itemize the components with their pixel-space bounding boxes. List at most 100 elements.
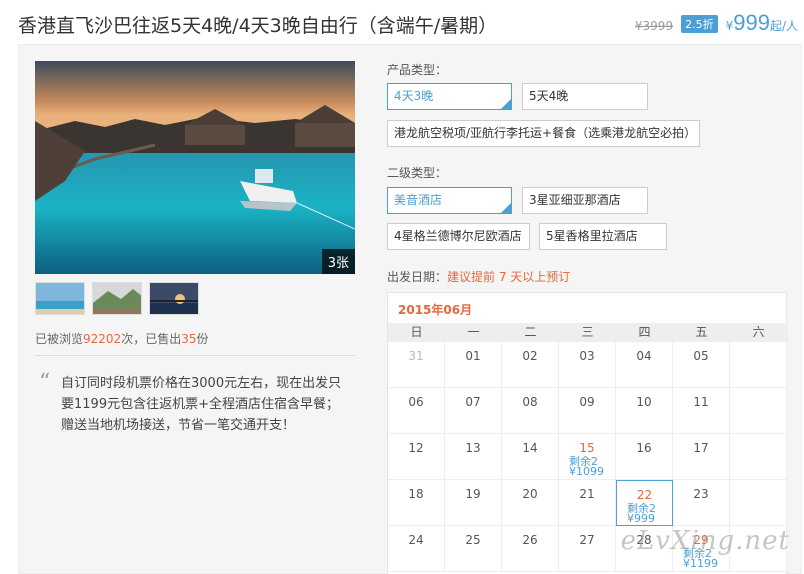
calendar-week: 31 01 02 03 04 05	[388, 342, 788, 388]
calendar-day-cell: 23	[673, 480, 730, 526]
photo-count-badge: 3张	[321, 249, 355, 274]
day-number: 07	[465, 395, 481, 409]
day-number: 18	[408, 487, 424, 501]
divider	[35, 355, 355, 356]
day-number: 26	[522, 533, 538, 547]
product-description: 自订同时段机票价格在3000元左右，现在出发只要1199元包含往返机票+全程酒店…	[61, 376, 342, 433]
option-label: 港龙航空税项/亚航行李托运+餐食（选乘港龙航空必拍）	[394, 126, 697, 140]
view-sales-stats: 已被浏览92202次，已售出35份	[35, 330, 209, 347]
calendar-day-cell: 03	[559, 342, 616, 388]
calendar-day-cell: 04	[616, 342, 673, 388]
calendar-week: 18 19 20 21 22 剩余2 ¥999 23	[388, 480, 788, 526]
day-number: 02	[522, 349, 538, 363]
day-number: 19	[465, 487, 481, 501]
calendar-day-cell: 25	[445, 526, 502, 572]
departure-label-text: 出发日期：	[387, 270, 448, 284]
calendar-day-cell: 16	[616, 434, 673, 480]
day-number: 27	[579, 533, 595, 547]
day-number: 24	[408, 533, 424, 547]
product-type-option-dragonair[interactable]: 港龙航空税项/亚航行李托运+餐食（选乘港龙航空必拍）	[387, 120, 700, 147]
calendar-weekday-header: 日 一 二 三 四 五 六	[388, 323, 788, 342]
hotel-option-5star[interactable]: 5星香格里拉酒店	[539, 223, 667, 250]
calendar-day-cell: 07	[445, 388, 502, 434]
calendar-day-cell: 17	[673, 434, 730, 480]
day-number: 06	[408, 395, 424, 409]
thumbnail-3[interactable]	[149, 282, 199, 315]
departure-note: 建议提前 7 天以上预订	[447, 270, 571, 284]
calendar-week: 06 07 08 09 10 11	[388, 388, 788, 434]
view-count: 92202	[83, 332, 122, 346]
hotel-option-meiyin[interactable]: 美音酒店 ✓	[387, 187, 512, 214]
sunset-thumbnail-image	[150, 283, 198, 314]
calendar-day-selected-22[interactable]: 22 剩余2 ¥999	[616, 480, 673, 526]
option-label: 4天3晚	[394, 89, 434, 103]
hotel-option-3star[interactable]: 3星亚细亚那酒店	[522, 187, 648, 214]
calendar-day-cell: 10	[616, 388, 673, 434]
calendar-day-cell: 11	[673, 388, 730, 434]
price-value: 999	[733, 10, 770, 35]
option-label: 美音酒店	[394, 193, 443, 207]
price-area: ¥3999 2.5折 ¥999起/人	[635, 10, 798, 36]
hotel-option-4star[interactable]: 4星格兰德博尔尼欧酒店	[387, 223, 530, 250]
day-number: 12	[408, 441, 424, 455]
check-icon: ✓	[504, 94, 510, 102]
product-type-option-4d3n[interactable]: 4天3晚 ✓	[387, 83, 512, 110]
departure-date-label: 出发日期：建议提前 7 天以上预订	[387, 268, 570, 285]
page-title: 香港直飞沙巴往返5天4晚/4天3晚自由行（含端午/暑期）	[18, 15, 498, 37]
thumbnail-2[interactable]	[92, 282, 142, 315]
weekday-fri: 五	[695, 325, 708, 339]
sold-count: 35	[181, 332, 197, 346]
main-photo[interactable]: 3张	[35, 61, 355, 274]
weekday-sun: 日	[410, 325, 423, 339]
discount-badge: 2.5折	[681, 15, 718, 33]
option-label: 3星亚细亚那酒店	[529, 193, 621, 207]
calendar-day-cell: 18	[388, 480, 445, 526]
day-number: 05	[693, 349, 709, 363]
day-number: 23	[693, 487, 709, 501]
day-price: ¥1199	[683, 557, 718, 570]
thumbnail-1[interactable]	[35, 282, 85, 315]
day-number: 11	[693, 395, 709, 409]
weekday-sat: 六	[752, 325, 765, 339]
calendar-day-cell: 24	[388, 526, 445, 572]
option-label: 5星香格里拉酒店	[546, 229, 638, 243]
day-number: 21	[579, 487, 595, 501]
product-type-option-5d4n[interactable]: 5天4晚	[522, 83, 648, 110]
stats-prefix: 已被浏览	[35, 332, 84, 346]
calendar-day-cell: 09	[559, 388, 616, 434]
calendar-day-cell: 19	[445, 480, 502, 526]
site-watermark: eLvXing.net	[620, 526, 790, 556]
calendar-day-cell: 31	[388, 342, 445, 388]
calendar-day-cell	[730, 342, 787, 388]
day-number: 17	[693, 441, 709, 455]
calendar-day-cell: 20	[502, 480, 559, 526]
calendar-day-cell: 08	[502, 388, 559, 434]
check-icon: ✓	[504, 198, 510, 206]
day-number: 04	[636, 349, 652, 363]
quote-icon: “	[39, 370, 51, 395]
stats-mid: 次，已售出	[121, 332, 182, 346]
beach-thumbnail-image	[36, 283, 84, 314]
calendar-day-cell: 01	[445, 342, 502, 388]
option-label: 5天4晚	[529, 89, 569, 103]
day-price: ¥1099	[569, 465, 604, 478]
original-price: ¥3999	[634, 19, 674, 33]
calendar-day-cell: 13	[445, 434, 502, 480]
resort-photo-image	[35, 61, 355, 274]
secondary-type-label: 二级类型：	[387, 166, 448, 180]
day-number: 08	[522, 395, 538, 409]
calendar-day-cell: 02	[502, 342, 559, 388]
calendar-day-cell: 12	[388, 434, 445, 480]
calendar-week: 12 13 14 15 剩余2 ¥1099 16 17	[388, 434, 788, 480]
calendar-day-cell: 14	[502, 434, 559, 480]
calendar-month: 2015年06月	[398, 303, 473, 317]
calendar-day-available-15[interactable]: 15 剩余2 ¥1099	[559, 434, 616, 480]
day-number: 31	[408, 349, 424, 363]
calendar-day-cell: 05	[673, 342, 730, 388]
day-number: 10	[636, 395, 652, 409]
current-price: ¥999起/人	[726, 10, 798, 36]
weekday-wed: 三	[581, 325, 594, 339]
mountain-thumbnail-image	[93, 283, 141, 314]
price-suffix: 起/人	[769, 19, 798, 33]
option-label: 4星格兰德博尔尼欧酒店	[394, 229, 522, 243]
